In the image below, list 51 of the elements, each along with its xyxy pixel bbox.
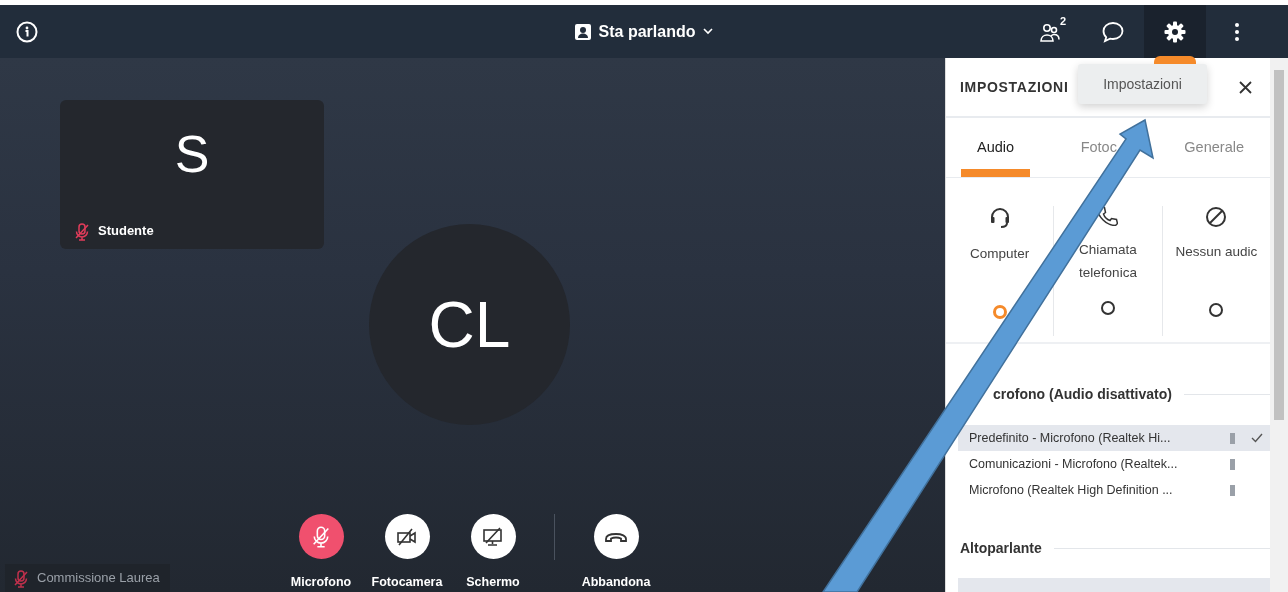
camera-button[interactable] <box>384 514 430 560</box>
self-name: Commissione Laurea <box>37 569 160 588</box>
scrollbar[interactable] <box>1270 58 1288 592</box>
control-label: Fotocamera <box>371 574 443 592</box>
participant-count: 2 <box>1059 14 1066 29</box>
close-icon <box>1239 81 1252 95</box>
device-row[interactable]: Microfono (Realtek High Definition ... <box>958 477 1270 503</box>
participant-initial: S <box>174 128 210 180</box>
audio-option-label: Chiamata telefonica <box>1079 241 1137 282</box>
radio-button[interactable] <box>1209 303 1224 317</box>
device-row[interactable]: Comunicazioni - Microfono (Realtek... <box>958 451 1270 477</box>
more-icon <box>1234 21 1240 42</box>
leave-button[interactable] <box>593 514 639 560</box>
headset-icon <box>988 206 1011 230</box>
participants-button[interactable]: 2 <box>1020 5 1082 58</box>
level-indicator-icon <box>1230 432 1235 444</box>
panel-title: IMPOSTAZIONI <box>960 77 1069 97</box>
screen-button[interactable] <box>470 514 516 560</box>
audio-option-label: Nessun audic <box>1175 243 1258 261</box>
chevron-down-icon[interactable] <box>703 28 714 35</box>
muted-mic-icon <box>74 223 90 241</box>
section-heading: Altoparlante <box>960 539 1042 558</box>
scrollbar-thumb[interactable] <box>1274 70 1284 420</box>
hang-up-icon <box>604 530 628 543</box>
view-label[interactable]: Sta parlando <box>598 19 696 44</box>
settings-tab[interactable]: Generale <box>1184 118 1244 177</box>
settings-tab[interactable]: Fotoc <box>1080 118 1117 177</box>
screen-share-off-icon <box>482 526 504 547</box>
radio-button[interactable] <box>1101 301 1115 315</box>
section-heading: crofono (Audio disattivato) <box>993 385 1172 404</box>
settings-tab[interactable]: Audio <box>961 118 1031 177</box>
no-audio-icon <box>1205 206 1228 228</box>
mic-button[interactable] <box>298 514 344 560</box>
check-icon <box>1251 433 1263 444</box>
participant-name: Studente <box>98 222 154 241</box>
chat-icon <box>1101 20 1125 43</box>
info-icon[interactable] <box>16 20 38 43</box>
tooltip: Impostazioni <box>1078 64 1207 104</box>
audio-option-label: Computer <box>970 245 1030 263</box>
muted-mic-icon <box>13 569 29 588</box>
settings-icon <box>1164 20 1186 43</box>
control-label: Microfono <box>290 574 352 592</box>
control-label: Schermo <box>466 574 520 592</box>
level-indicator-icon <box>1230 458 1235 470</box>
muted-mic-icon <box>311 525 331 548</box>
camera-off-icon <box>396 527 418 546</box>
device-row[interactable]: Predefinito - Microfono (Realtek Hi... <box>958 425 1270 451</box>
level-indicator-icon <box>1230 484 1235 496</box>
speaker-initials: CL <box>428 287 511 363</box>
control-label: Abbandona <box>581 574 651 592</box>
person-card-icon <box>574 23 591 40</box>
